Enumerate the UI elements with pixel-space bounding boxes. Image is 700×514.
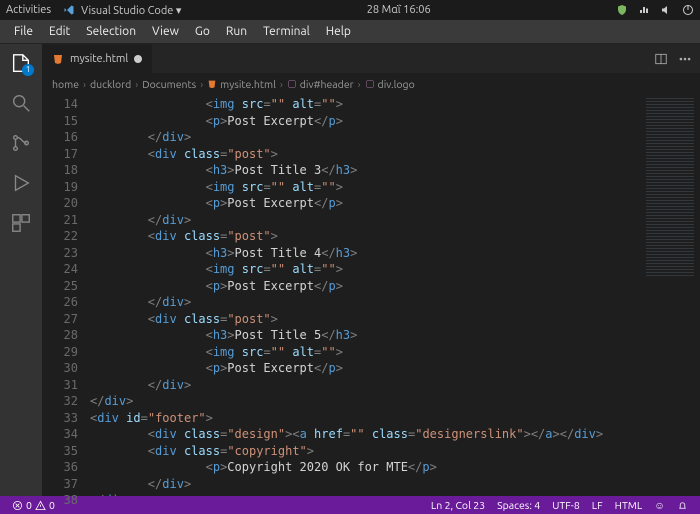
- status-problems[interactable]: 0 0: [6, 499, 61, 511]
- menu-file[interactable]: File: [6, 23, 41, 40]
- run-debug-icon[interactable]: [10, 172, 32, 194]
- menu-view[interactable]: View: [144, 23, 187, 40]
- menu-edit[interactable]: Edit: [41, 23, 78, 40]
- explorer-icon[interactable]: 1: [10, 52, 32, 74]
- breadcrumbs[interactable]: home› ducklord› Documents› mysite.html ›…: [42, 74, 700, 94]
- extensions-icon[interactable]: [10, 212, 32, 234]
- line-gutter[interactable]: 14 15 16 17 18 19 20 21 22 23 24 25 26 2…: [42, 94, 86, 496]
- status-lncol[interactable]: Ln 2, Col 23: [425, 499, 491, 511]
- activities-button[interactable]: Activities: [6, 4, 51, 16]
- modified-dot-icon: [134, 55, 142, 63]
- minimap[interactable]: [640, 94, 700, 496]
- source-control-icon[interactable]: [10, 132, 32, 154]
- menu-selection[interactable]: Selection: [78, 23, 144, 40]
- volume-icon[interactable]: [660, 4, 672, 16]
- menu-terminal[interactable]: Terminal: [255, 23, 318, 40]
- menu-help[interactable]: Help: [318, 23, 359, 40]
- tab-bar: mysite.html: [42, 44, 700, 74]
- vscode-icon: [63, 4, 75, 16]
- status-feedback[interactable]: ☺: [648, 499, 671, 512]
- breadcrumb-item[interactable]: div.logo: [365, 78, 415, 90]
- explorer-badge: 1: [22, 64, 34, 76]
- breadcrumb-item[interactable]: mysite.html: [207, 78, 276, 90]
- symbol-icon: [365, 79, 375, 89]
- menu-run[interactable]: Run: [218, 23, 255, 40]
- main-area: 1 mysite.html ho: [0, 44, 700, 496]
- menu-bar: File Edit Selection View Go Run Terminal…: [0, 20, 700, 44]
- symbol-icon: [287, 79, 297, 89]
- status-spaces[interactable]: Spaces: 4: [491, 499, 546, 511]
- network-icon[interactable]: [638, 4, 650, 16]
- power-icon[interactable]: [682, 4, 694, 16]
- status-bell[interactable]: [671, 500, 694, 511]
- code-content[interactable]: <img src="" alt=""> <p>Post Excerpt</p> …: [86, 94, 640, 496]
- status-language[interactable]: HTML: [609, 499, 649, 511]
- bell-icon: [677, 500, 688, 511]
- error-icon: [12, 500, 23, 511]
- breadcrumb-item[interactable]: home: [52, 78, 79, 90]
- html-file-icon: [207, 79, 217, 89]
- breadcrumb-item[interactable]: div#header: [287, 78, 354, 90]
- split-editor-icon[interactable]: [654, 52, 668, 66]
- status-eol[interactable]: LF: [586, 499, 609, 511]
- warning-icon: [35, 500, 46, 511]
- os-topbar: Activities Visual Studio Code ▾ 28 Μαΐ 1…: [0, 0, 700, 20]
- search-icon[interactable]: [10, 92, 32, 114]
- editor: mysite.html home› ducklord› Documents› m…: [42, 44, 700, 496]
- tab-filename: mysite.html: [70, 53, 128, 65]
- html-file-icon: [52, 53, 64, 65]
- more-actions-icon[interactable]: [678, 52, 692, 66]
- tab-mysite[interactable]: mysite.html: [42, 44, 153, 73]
- shield-icon[interactable]: [616, 4, 628, 16]
- clock[interactable]: 28 Μαΐ 16:06: [181, 4, 616, 16]
- status-bar: 0 0 Ln 2, Col 23 Spaces: 4 UTF-8 LF HTML…: [0, 496, 700, 514]
- menu-go[interactable]: Go: [187, 23, 218, 40]
- app-indicator[interactable]: Visual Studio Code ▾: [63, 4, 181, 17]
- breadcrumb-item[interactable]: ducklord: [90, 78, 131, 90]
- status-encoding[interactable]: UTF-8: [546, 499, 586, 511]
- breadcrumb-item[interactable]: Documents: [142, 78, 196, 90]
- activity-bar: 1: [0, 44, 42, 496]
